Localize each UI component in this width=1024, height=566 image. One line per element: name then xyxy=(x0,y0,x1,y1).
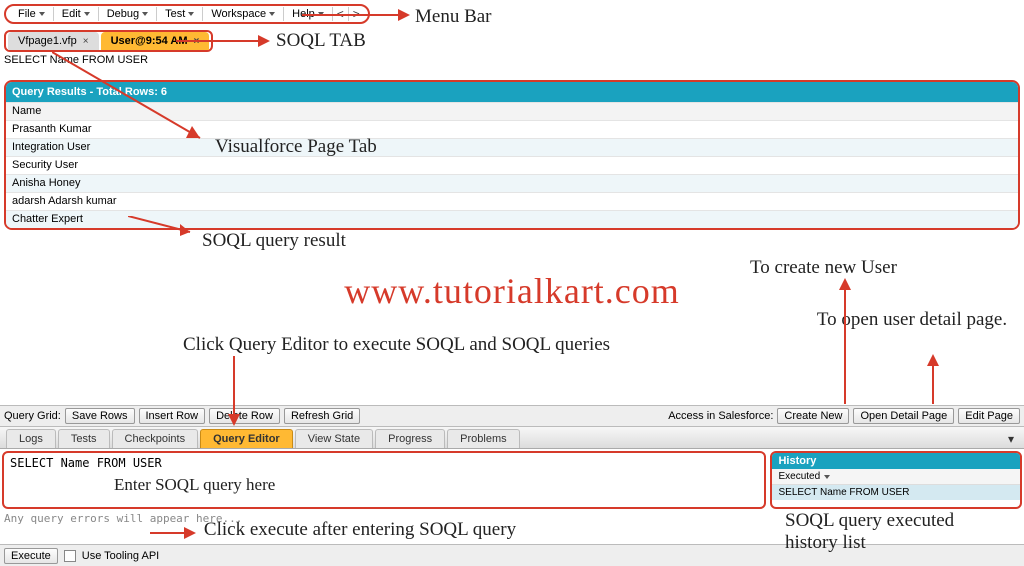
tab-progress[interactable]: Progress xyxy=(375,429,445,448)
tab-visualforce[interactable]: Vfpage1.vfp × xyxy=(8,32,99,50)
results-row[interactable]: Integration User xyxy=(6,138,1018,156)
results-row[interactable]: adarsh Adarsh kumar xyxy=(6,192,1018,210)
execute-button[interactable]: Execute xyxy=(4,548,58,564)
query-grid-bar: Query Grid: Save Rows Insert Row Delete … xyxy=(0,405,1024,427)
results-row[interactable]: Prasanth Kumar xyxy=(6,120,1018,138)
anno-qe: Click Query Editor to execute SOQL and S… xyxy=(183,334,610,356)
execute-bar: Execute Use Tooling API xyxy=(0,544,1024,566)
page-tabs: Vfpage1.vfp × User@9:54 AM × xyxy=(4,30,213,52)
caret-icon xyxy=(142,12,148,16)
anno-menubar: Menu Bar xyxy=(415,6,492,28)
query-editor[interactable]: SELECT Name FROM USER Enter SOQL query h… xyxy=(2,451,766,509)
anno-soql-tab: SOQL TAB xyxy=(276,30,366,52)
tab-tests[interactable]: Tests xyxy=(58,429,110,448)
create-new-button[interactable]: Create New xyxy=(777,408,849,424)
tab-label: User@9:54 AM xyxy=(111,35,188,47)
save-rows-button[interactable]: Save Rows xyxy=(65,408,135,424)
close-icon[interactable]: × xyxy=(194,36,200,47)
use-tooling-api-checkbox[interactable] xyxy=(64,550,76,562)
menu-debug[interactable]: Debug xyxy=(99,6,156,22)
watermark: www.tutorialkart.com xyxy=(0,270,1024,312)
refresh-grid-button[interactable]: Refresh Grid xyxy=(284,408,360,424)
results-row[interactable]: Chatter Expert xyxy=(6,210,1018,228)
menu-edit[interactable]: Edit xyxy=(54,6,98,22)
caret-icon xyxy=(188,12,194,16)
insert-row-button[interactable]: Insert Row xyxy=(139,408,206,424)
anno-results: SOQL query result xyxy=(202,230,346,252)
history-item[interactable]: SELECT Name FROM USER xyxy=(772,485,1020,500)
tab-view-state[interactable]: View State xyxy=(295,429,373,448)
collapse-panel-icon[interactable]: ▾ xyxy=(1004,430,1018,448)
tab-soql[interactable]: User@9:54 AM × xyxy=(101,32,210,50)
nav-next[interactable]: > xyxy=(349,7,364,21)
arrow-icon xyxy=(925,354,941,404)
anno-enter-query: Enter SOQL query here xyxy=(114,475,275,495)
query-editor-text: SELECT Name FROM USER xyxy=(4,453,764,473)
query-results: Query Results - Total Rows: 6 Name Prasa… xyxy=(4,80,1020,230)
use-tooling-api-label: Use Tooling API xyxy=(82,550,159,562)
history-filter[interactable]: Executed xyxy=(772,469,1020,485)
soql-query-text: SELECT Name FROM USER xyxy=(4,54,148,66)
edit-page-button[interactable]: Edit Page xyxy=(958,408,1020,424)
results-column-header[interactable]: Name xyxy=(6,102,1018,120)
menu-test[interactable]: Test xyxy=(157,6,202,22)
caret-icon xyxy=(39,12,45,16)
caret-icon xyxy=(269,12,275,16)
tab-query-editor[interactable]: Query Editor xyxy=(200,429,293,448)
menu-bar: File Edit Debug Test Workspace Help < > xyxy=(4,4,370,24)
results-row[interactable]: Security User xyxy=(6,156,1018,174)
history-header: History xyxy=(772,453,1020,469)
anno-open-user: To open user detail page. xyxy=(812,309,1012,331)
caret-icon xyxy=(824,475,830,479)
results-row[interactable]: Anisha Honey xyxy=(6,174,1018,192)
query-grid-label: Query Grid: xyxy=(4,410,61,422)
tab-logs[interactable]: Logs xyxy=(6,429,56,448)
menu-file[interactable]: File xyxy=(10,6,53,22)
tab-checkpoints[interactable]: Checkpoints xyxy=(112,429,199,448)
bottom-panel-tabs: Logs Tests Checkpoints Query Editor View… xyxy=(0,427,1024,449)
open-detail-page-button[interactable]: Open Detail Page xyxy=(853,408,954,424)
access-label: Access in Salesforce: xyxy=(668,410,773,422)
results-header: Query Results - Total Rows: 6 xyxy=(6,82,1018,102)
menu-workspace[interactable]: Workspace xyxy=(203,6,283,22)
nav-prev[interactable]: < xyxy=(333,7,348,21)
caret-icon xyxy=(84,12,90,16)
arrow-icon xyxy=(150,526,196,540)
tab-label: Vfpage1.vfp xyxy=(18,35,77,47)
history-panel: History Executed SELECT Name FROM USER xyxy=(770,451,1022,509)
menu-help[interactable]: Help xyxy=(284,6,332,22)
delete-row-button[interactable]: Delete Row xyxy=(209,408,280,424)
tab-problems[interactable]: Problems xyxy=(447,429,519,448)
anno-exec: Click execute after entering SOQL query xyxy=(200,519,520,541)
caret-icon xyxy=(318,12,324,16)
close-icon[interactable]: × xyxy=(83,36,89,47)
error-line: Any query errors will appear here... xyxy=(4,512,242,525)
